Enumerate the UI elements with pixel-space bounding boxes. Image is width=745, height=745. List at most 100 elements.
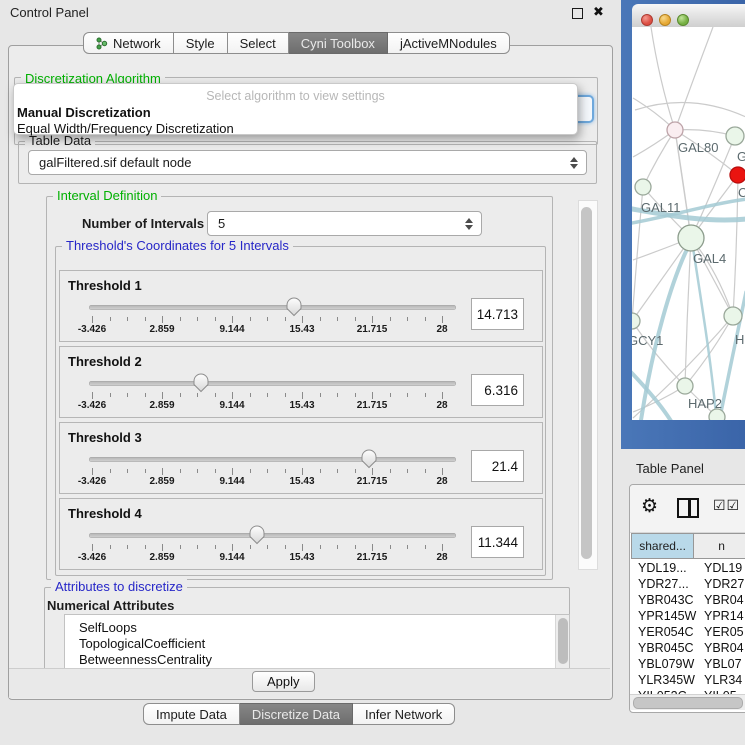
threshold-label: Threshold 2: [68, 354, 142, 369]
numerical-attributes-list[interactable]: SelfLoopsTopologicalCoefficientBetweenne…: [64, 614, 570, 670]
list-scrollbar[interactable]: [555, 615, 569, 669]
column-checkboxes-icon[interactable]: ☑☑: [713, 497, 740, 514]
attribute-item-topologicalcoefficient[interactable]: TopologicalCoefficient: [65, 636, 569, 652]
threshold-value-field[interactable]: 6.316: [471, 374, 524, 406]
num-intervals-label: Number of Intervals: [82, 216, 204, 231]
table-row[interactable]: YER054CYER05: [631, 625, 745, 641]
minimize-button[interactable]: [659, 14, 671, 26]
table-row[interactable]: YDL19...YDL19: [631, 561, 745, 577]
algorithm-dropdown-popup: Select algorithm to view settings Manual…: [13, 83, 578, 135]
slider-thumb[interactable]: [286, 297, 302, 317]
stepper-icon: [461, 218, 477, 230]
table-row[interactable]: YLR345WYLR34: [631, 673, 745, 689]
gear-icon[interactable]: ⚙: [641, 495, 658, 518]
tab-discretize-data[interactable]: Discretize Data: [240, 703, 353, 725]
float-window-icon[interactable]: [572, 8, 583, 19]
cell-shared-name: YPR145W: [638, 609, 696, 623]
slider-tick: [320, 393, 321, 397]
attributes-group-title: Attributes to discretize: [51, 579, 187, 594]
tab-label: Impute Data: [156, 707, 227, 722]
attribute-item-selfloops[interactable]: SelfLoops: [65, 620, 569, 636]
node-table: ⚙ ☑☑ shared...n YDL19...YDL19YDR27...YDR…: [629, 484, 745, 713]
apply-button[interactable]: Apply: [252, 671, 315, 692]
close-icon[interactable]: ✖: [593, 4, 604, 20]
table-panel: Table Panel ⚙ ☑☑ shared...n YDL19...YDL1…: [620, 449, 745, 745]
slider-track[interactable]: [89, 381, 456, 386]
tick-label: 15.43: [280, 476, 324, 487]
network-window-titlebar[interactable]: [632, 4, 745, 28]
zoom-button[interactable]: [677, 14, 689, 26]
slider-tick: [372, 392, 373, 399]
cell-name: YLR34: [704, 673, 742, 687]
table-data-combobox[interactable]: galFiltered.sif default node: [28, 150, 587, 175]
slider-thumb[interactable]: [193, 373, 209, 393]
table-row[interactable]: YDR27...YDR27: [631, 577, 745, 593]
tab-impute-data[interactable]: Impute Data: [143, 703, 240, 725]
slider-tick: [372, 316, 373, 323]
network-node-GCY1[interactable]: [632, 313, 640, 329]
slider-thumb[interactable]: [249, 525, 265, 545]
slider-tick: [337, 393, 338, 397]
tab-network[interactable]: Network: [83, 32, 174, 54]
tab-style[interactable]: Style: [174, 32, 228, 54]
split-columns-icon[interactable]: [677, 498, 699, 518]
table-row[interactable]: YPR145WYPR14: [631, 609, 745, 625]
slider-thumb[interactable]: [361, 449, 377, 469]
cell-name: YDR27: [704, 577, 744, 591]
threshold-value-field[interactable]: 14.713: [471, 298, 524, 330]
tab-cyni-toolbox[interactable]: Cyni Toolbox: [289, 32, 388, 54]
close-button[interactable]: [641, 14, 653, 26]
slider-track[interactable]: [89, 457, 456, 462]
table-row[interactable]: YBR043CYBR04: [631, 593, 745, 609]
slider-tick: [110, 545, 111, 549]
tab-label: Style: [186, 36, 215, 51]
network-node-GAL11[interactable]: [635, 179, 651, 195]
threshold-row-4: Threshold 4-3.4262.8599.14415.4321.71528…: [59, 498, 543, 570]
slider-tick: [267, 545, 268, 549]
panel-scrollbar[interactable]: [578, 200, 598, 570]
slider-tick: [407, 393, 408, 397]
slider-tick: [180, 545, 181, 549]
dropdown-option-equal-width-frequency-discretization[interactable]: Equal Width/Frequency Discretization: [17, 121, 234, 136]
column-header-n[interactable]: n: [694, 533, 745, 559]
thresholds-group-title: Threshold's Coordinates for 5 Intervals: [62, 238, 293, 253]
network-node-C[interactable]: [730, 167, 745, 183]
threshold-label: Threshold 3: [68, 430, 142, 445]
table-horizontal-scrollbar[interactable]: [630, 694, 745, 710]
network-node-GA[interactable]: [726, 127, 744, 145]
tick-label: 2.859: [140, 400, 184, 411]
network-node-GAL80[interactable]: [667, 122, 683, 138]
network-canvas[interactable]: GAL80GACGAL11GAL4GCY1HHAP2: [632, 27, 745, 420]
table-row[interactable]: YBL079WYBL07: [631, 657, 745, 673]
slider-track[interactable]: [89, 533, 456, 538]
tab-select[interactable]: Select: [228, 32, 289, 54]
slider-tick: [145, 469, 146, 473]
tick-label: 28: [420, 400, 464, 411]
slider-tick: [407, 469, 408, 473]
dropdown-option-manual-discretization[interactable]: Manual Discretization: [17, 105, 151, 120]
slider-track[interactable]: [89, 305, 456, 310]
network-node-H[interactable]: [724, 307, 742, 325]
network-node-GAL4[interactable]: [678, 225, 704, 251]
num-intervals-combobox[interactable]: 5: [207, 211, 482, 236]
slider-tick: [320, 317, 321, 321]
slider-tick: [162, 544, 163, 551]
table-row[interactable]: YBR045CYBR04: [631, 641, 745, 657]
tick-label: -3.426: [70, 400, 114, 411]
slider-tick: [442, 316, 443, 323]
network-node-HAP2[interactable]: [677, 378, 693, 394]
threshold-value-field[interactable]: 11.344: [471, 526, 524, 558]
dropdown-prompt: Select algorithm to view settings: [14, 89, 577, 103]
slider-tick: [110, 317, 111, 321]
slider-tick: [320, 545, 321, 549]
slider-tick: [320, 469, 321, 473]
tab-jactivemnodules[interactable]: jActiveMNodules: [388, 32, 510, 54]
slider-tick: [390, 545, 391, 549]
slider-tick: [162, 392, 163, 399]
column-header-shared-[interactable]: shared...: [631, 533, 694, 559]
threshold-value-field[interactable]: 21.4: [471, 450, 524, 482]
tick-label: 21.715: [350, 324, 394, 335]
attribute-item-betweennesscentrality[interactable]: BetweennessCentrality: [65, 652, 569, 668]
slider-tick: [267, 317, 268, 321]
tab-infer-network[interactable]: Infer Network: [353, 703, 455, 725]
